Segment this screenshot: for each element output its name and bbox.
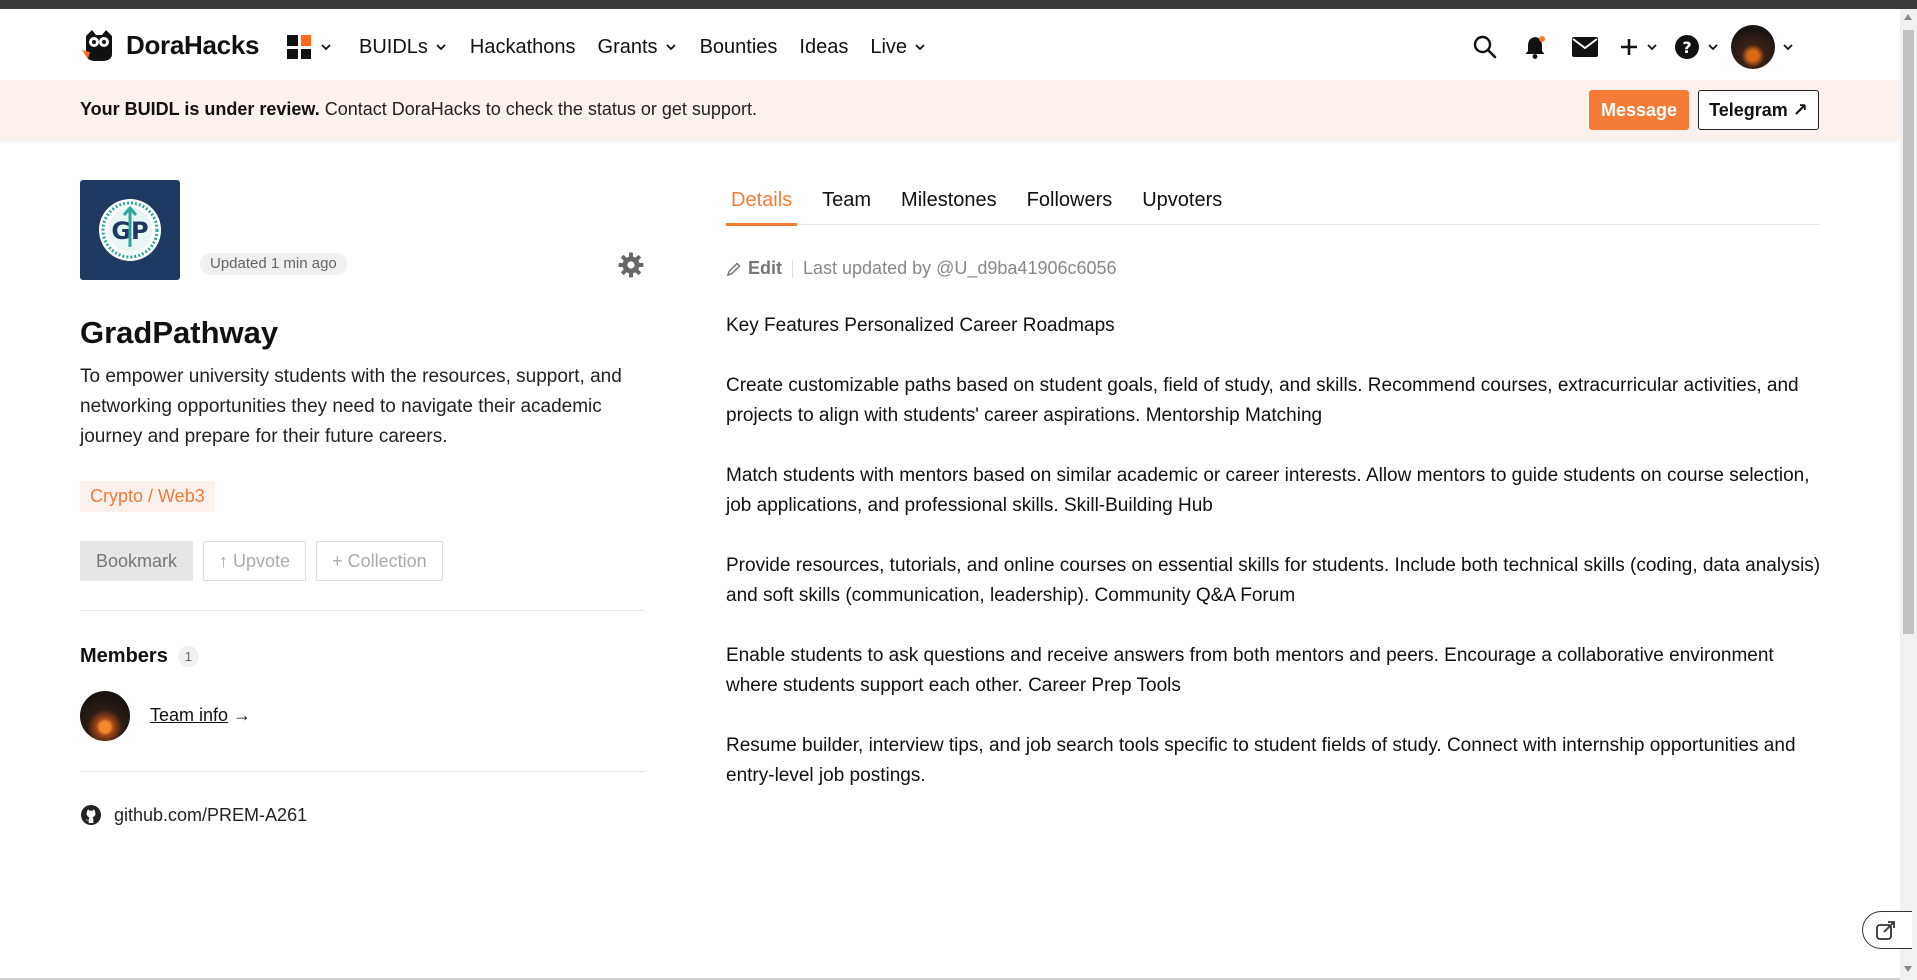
- nav-label: Bounties: [699, 35, 778, 58]
- chevron-down-icon: [1647, 44, 1657, 51]
- scrollbar-thumb[interactable]: [1903, 30, 1914, 634]
- members-label: Members: [80, 645, 168, 667]
- review-status-banner: Your BUIDL is under review. Contact Dora…: [0, 80, 1900, 140]
- user-menu-button[interactable]: [1726, 25, 1800, 69]
- nav-label: Live: [870, 35, 908, 58]
- details-paragraph: Create customizable paths based on stude…: [726, 375, 1799, 426]
- main-nav: BUIDLs Hackathons Grants Bounties Ideas …: [287, 31, 949, 63]
- divider: [80, 771, 645, 772]
- plus-icon: [1621, 39, 1637, 55]
- brand-name: DoraHacks: [126, 29, 260, 60]
- chevron-down-icon: [1708, 44, 1718, 51]
- members-count-badge: 1: [177, 646, 199, 667]
- banner-message: Your BUIDL is under review. Contact Dora…: [80, 99, 757, 120]
- details-content: Key Features Personalized Career Roadmap…: [726, 311, 1826, 821]
- chevron-down-icon: [665, 44, 676, 51]
- scroll-down-arrow-icon[interactable]: [1904, 966, 1912, 972]
- updated-badge: Updated 1 min ago: [200, 253, 347, 275]
- share-float-button[interactable]: [1862, 911, 1912, 949]
- upvote-button[interactable]: ↑ Upvote: [203, 541, 307, 581]
- edit-bar: Edit Last updated by @U_d9ba41906c6056: [726, 258, 1117, 279]
- search-button[interactable]: [1460, 27, 1510, 67]
- settings-gear-icon[interactable]: [617, 251, 645, 279]
- arrow-right-icon: →: [228, 705, 252, 725]
- create-menu-button[interactable]: [1610, 27, 1668, 67]
- project-logo: GP: [80, 180, 180, 280]
- scroll-up-arrow-icon[interactable]: [1904, 14, 1912, 20]
- banner-bold-text: Your BUIDL is under review.: [80, 99, 320, 119]
- details-paragraph: Provide resources, tutorials, and online…: [726, 555, 1821, 606]
- category-tag[interactable]: Crypto / Web3: [80, 481, 215, 512]
- owl-logo-icon: [82, 30, 112, 61]
- chevron-down-icon: [436, 44, 446, 51]
- browser-top-strip: [0, 0, 1917, 9]
- edit-button[interactable]: Edit: [726, 258, 782, 279]
- bell-icon: [1525, 36, 1545, 59]
- top-navigation-bar: DoraHacks BUIDLs Hackathons Grants Bount…: [0, 9, 1900, 80]
- details-paragraph: Resume builder, interview tips, and job …: [726, 735, 1796, 786]
- nav-bounties[interactable]: Bounties: [700, 36, 778, 59]
- details-paragraph: Key Features Personalized Career Roadmap…: [726, 315, 1115, 336]
- project-description: To empower university students with the …: [80, 366, 622, 447]
- bookmark-button[interactable]: Bookmark: [80, 541, 194, 581]
- header-actions: ?: [1460, 25, 1800, 69]
- tab-team[interactable]: Team: [817, 189, 876, 225]
- nav-ideas[interactable]: Ideas: [799, 36, 848, 59]
- edit-label: Edit: [748, 258, 782, 278]
- telegram-button[interactable]: Telegram ↗: [1698, 90, 1819, 130]
- banner-body-text: Contact DoraHacks to check the status or…: [319, 99, 757, 119]
- github-icon: [81, 805, 101, 825]
- separator: [792, 259, 793, 278]
- add-to-collection-button[interactable]: + Collection: [316, 541, 443, 581]
- nav-hackathons[interactable]: Hackathons: [470, 36, 576, 59]
- last-updated-text: Last updated by @U_d9ba41906c6056: [803, 258, 1117, 278]
- project-tabs: Details Team Milestones Followers Upvote…: [726, 189, 1819, 226]
- notifications-button[interactable]: [1510, 27, 1560, 67]
- team-info-link[interactable]: Team info →: [150, 705, 251, 726]
- message-button[interactable]: Message: [1589, 90, 1689, 130]
- avatar: [1731, 25, 1775, 69]
- divider: [80, 610, 645, 611]
- nav-label: Grants: [597, 35, 658, 58]
- tab-upvoters[interactable]: Upvoters: [1137, 189, 1227, 225]
- help-icon: ?: [1675, 35, 1699, 59]
- team-info-label: Team info: [150, 705, 229, 725]
- apps-grid-icon: [287, 35, 311, 59]
- nav-grants[interactable]: Grants: [598, 36, 678, 59]
- help-menu-button[interactable]: ?: [1668, 27, 1726, 67]
- pencil-icon: [726, 261, 741, 276]
- project-title: GradPathway: [80, 315, 279, 350]
- nav-live[interactable]: Live: [870, 36, 927, 59]
- chevron-down-icon: [915, 44, 925, 51]
- apps-menu-button[interactable]: [287, 35, 333, 59]
- tab-milestones[interactable]: Milestones: [896, 189, 1002, 225]
- chevron-down-icon: [1783, 44, 1793, 51]
- search-icon: [1473, 35, 1497, 59]
- chevron-down-icon: [321, 44, 331, 51]
- nav-buidls[interactable]: BUIDLs: [359, 36, 448, 59]
- github-url: github.com/PREM-A261: [114, 804, 308, 825]
- github-link[interactable]: github.com/PREM-A261: [80, 804, 307, 826]
- share-icon: [1876, 921, 1895, 940]
- gradpathway-logo-icon: GP: [99, 199, 161, 261]
- nav-label: Ideas: [799, 35, 849, 58]
- dorahacks-logo[interactable]: DoraHacks: [80, 26, 259, 64]
- nav-label: BUIDLs: [359, 35, 428, 58]
- details-paragraph: Match students with mentors based on sim…: [726, 465, 1810, 516]
- members-heading: Members 1: [80, 645, 199, 668]
- mail-icon: [1572, 37, 1598, 57]
- details-paragraph: Enable students to ask questions and rec…: [726, 645, 1774, 696]
- svg-text:?: ?: [1682, 38, 1691, 57]
- nav-label: Hackathons: [469, 35, 576, 58]
- project-actions: Bookmark ↑ Upvote + Collection: [80, 541, 443, 581]
- tab-followers[interactable]: Followers: [1022, 189, 1118, 225]
- messages-button[interactable]: [1560, 27, 1610, 67]
- member-avatar[interactable]: [80, 691, 130, 741]
- tab-details[interactable]: Details: [726, 189, 798, 226]
